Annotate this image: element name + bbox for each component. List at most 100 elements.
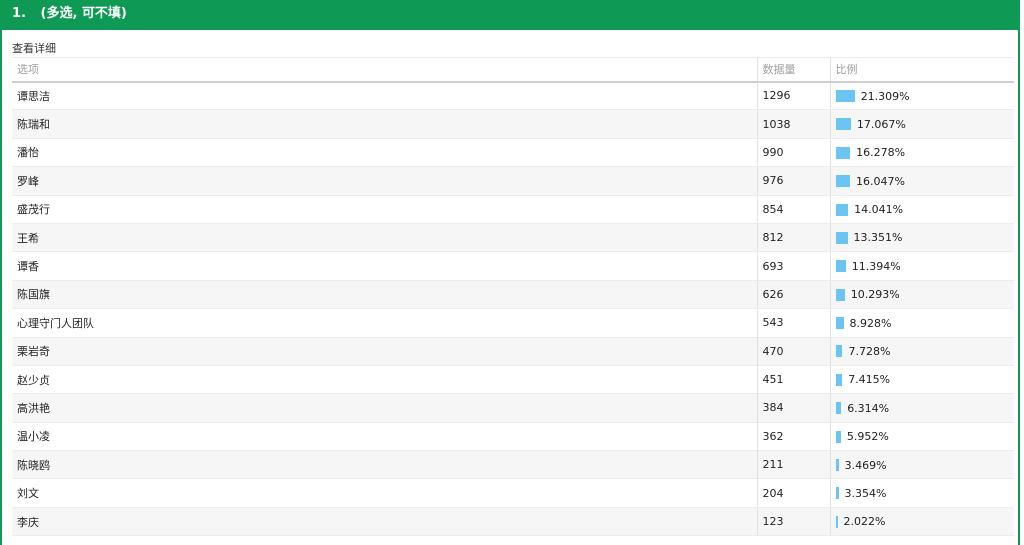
option-name: 李庆 (12, 507, 757, 537)
ratio-bar-track (835, 515, 926, 528)
ratio-bar-track (835, 231, 926, 244)
ratio-bar (835, 231, 848, 244)
option-count: 123 (756, 507, 830, 537)
ratio-bar-track (835, 288, 926, 301)
ratio-bar (835, 515, 838, 528)
ratio-bar-track (835, 402, 926, 415)
table-row: 刘文 204 3.354% (12, 478, 1014, 508)
ratio-bar (835, 146, 851, 159)
table-header-row: 选项 数据量 比例 (12, 57, 1014, 83)
option-name: 陈瑞和 (12, 109, 757, 139)
option-name: 潘怡 (12, 138, 757, 168)
ratio-bar-track (835, 90, 926, 103)
table-row: 陈国旗 626 10.293% (12, 280, 1014, 310)
question-panel: 1. (多选, 可不填) 查看详细 选项 数据量 比例 谭思洁 1296 21.30… (0, 0, 1020, 545)
ratio-bar-track (835, 203, 926, 216)
table-row: 王希 812 13.351% (12, 223, 1014, 253)
option-count: 1296 (756, 81, 830, 111)
header-ratio: 比例 (829, 57, 1014, 83)
option-count: 812 (756, 223, 830, 253)
ratio-bar (835, 402, 842, 415)
ratio-bar (835, 487, 839, 500)
ratio-bar (835, 317, 844, 330)
ratio-bar-track (835, 118, 926, 131)
option-name: 温小凌 (12, 422, 757, 452)
ratio-bar-track (835, 487, 926, 500)
table-row: 李庆 123 2.022% (12, 507, 1014, 537)
results-body: 谭思洁 1296 21.309% 陈瑞和 1038 17.067% 潘怡 990 16.278%… (12, 81, 1014, 537)
option-name: 盛茂行 (12, 195, 757, 224)
option-count: 626 (756, 280, 830, 310)
option-ratio: 11.394% (829, 251, 1014, 281)
option-ratio: 10.293% (829, 280, 1014, 310)
option-name: 罗峰 (12, 166, 757, 196)
ratio-bar-track (835, 373, 926, 386)
option-ratio: 17.067% (829, 109, 1014, 139)
option-name: 刘文 (12, 478, 757, 508)
option-ratio: 2.022% (829, 507, 1014, 537)
ratio-bar-track (835, 459, 926, 472)
option-name: 心理守门人团队 (12, 308, 757, 338)
ratio-bar (835, 118, 851, 131)
option-name: 陈晓鸥 (12, 450, 757, 480)
ratio-bar-track (835, 260, 926, 273)
option-count: 384 (756, 393, 830, 423)
option-name: 谭思洁 (12, 81, 757, 111)
table-row: 陈瑞和 1038 17.067% (12, 109, 1014, 139)
ratio-bar-track (835, 146, 926, 159)
option-name: 栗岩奇 (12, 337, 757, 366)
option-name: 高洪艳 (12, 393, 757, 423)
ratio-bar (835, 430, 841, 443)
table-row: 赵少贞 451 7.415% (12, 365, 1014, 395)
option-name: 陈国旗 (12, 280, 757, 310)
ratio-bar-track (835, 317, 926, 330)
table-row: 温小凌 362 5.952% (12, 422, 1014, 452)
ratio-bar-track (835, 345, 926, 358)
ratio-bar (835, 373, 843, 386)
option-ratio: 6.314% (829, 393, 1014, 423)
table-row: 高洪艳 384 6.314% (12, 393, 1014, 423)
option-name: 王希 (12, 223, 757, 253)
option-ratio: 7.728% (829, 337, 1014, 366)
option-ratio: 5.952% (829, 422, 1014, 452)
option-count: 1038 (756, 109, 830, 139)
ratio-bar (835, 288, 845, 301)
results-table: 选项 数据量 比例 谭思洁 1296 21.309% 陈瑞和 1038 17.067% 潘怡… (12, 57, 1014, 537)
option-ratio: 3.354% (829, 478, 1014, 508)
option-ratio: 13.351% (829, 223, 1014, 253)
table-row: 陈晓鸥 211 3.469% (12, 450, 1014, 480)
table-row: 谭思洁 1296 21.309% (12, 81, 1014, 111)
view-details-link[interactable]: 查看详细 (12, 40, 56, 56)
header-count: 数据量 (756, 57, 830, 83)
option-count: 211 (756, 450, 830, 480)
option-count: 362 (756, 422, 830, 452)
option-count: 470 (756, 337, 830, 366)
table-row: 罗峰 976 16.047% (12, 166, 1014, 196)
option-ratio: 14.041% (829, 195, 1014, 224)
option-count: 990 (756, 138, 830, 168)
table-row: 心理守门人团队 543 8.928% (12, 308, 1014, 338)
table-row: 潘怡 990 16.278% (12, 138, 1014, 168)
header-option: 选项 (12, 57, 757, 83)
option-count: 543 (756, 308, 830, 338)
option-ratio: 21.309% (829, 81, 1014, 111)
option-ratio: 16.047% (829, 166, 1014, 196)
option-name: 谭香 (12, 251, 757, 281)
table-row: 栗岩奇 470 7.728% (12, 337, 1014, 366)
question-number: 1. (12, 6, 26, 21)
question-title: (多选, 可不填) (40, 6, 127, 21)
question-header: 1. (多选, 可不填) (2, 0, 1018, 30)
option-count: 451 (756, 365, 830, 395)
ratio-bar (835, 175, 850, 188)
ratio-bar (835, 459, 839, 472)
option-count: 693 (756, 251, 830, 281)
option-ratio: 7.415% (829, 365, 1014, 395)
table-row: 盛茂行 854 14.041% (12, 195, 1014, 224)
option-count: 204 (756, 478, 830, 508)
ratio-bar (835, 345, 843, 358)
table-row: 谭香 693 11.394% (12, 251, 1014, 281)
ratio-bar-track (835, 430, 926, 443)
ratio-bar (835, 260, 846, 273)
option-ratio: 16.278% (829, 138, 1014, 168)
option-ratio: 3.469% (829, 450, 1014, 480)
